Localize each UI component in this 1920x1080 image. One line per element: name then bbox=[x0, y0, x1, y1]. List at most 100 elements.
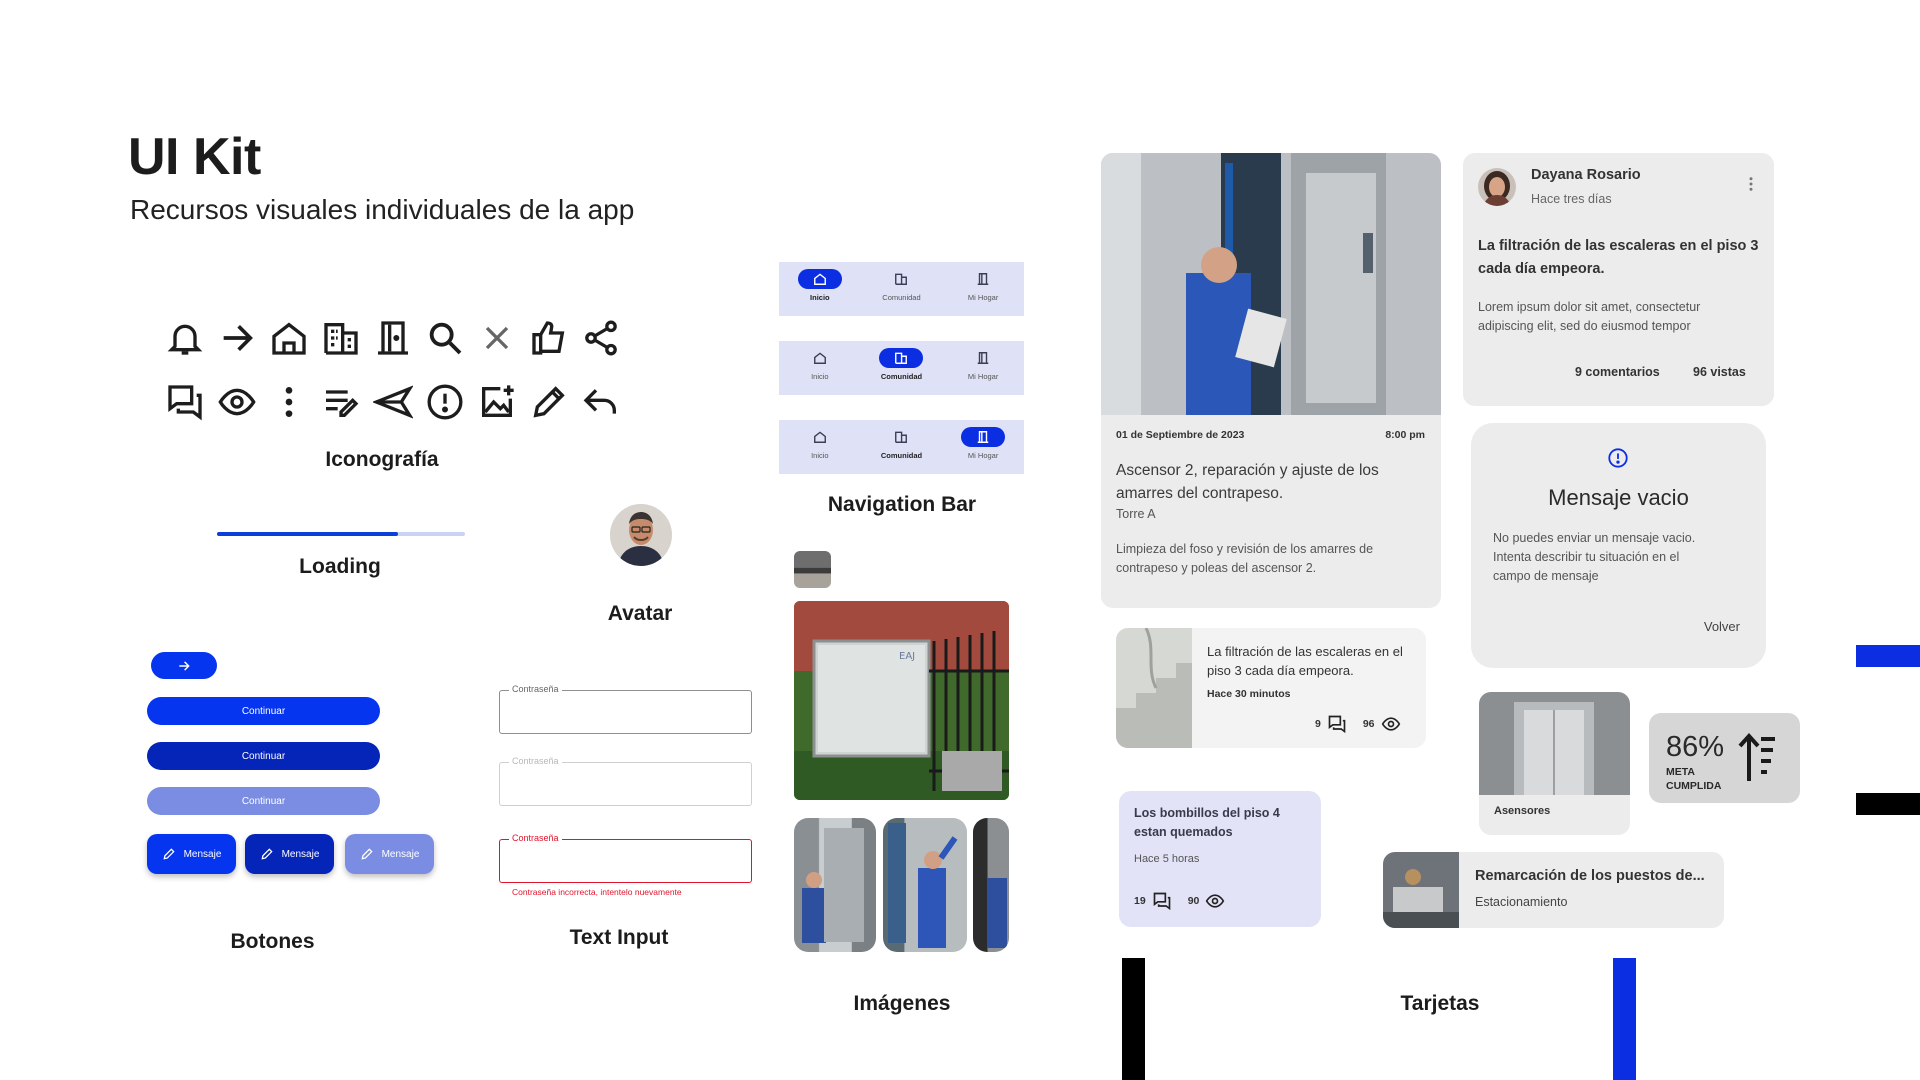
loading-label: Loading bbox=[299, 555, 381, 578]
compact-post-card[interactable]: La filtración de las escaleras en el pis… bbox=[1116, 628, 1426, 748]
continue-button-pressed[interactable]: Continuar bbox=[147, 742, 380, 770]
nav-label: Inicio bbox=[810, 293, 830, 302]
loading-bar-fill bbox=[217, 532, 399, 536]
apartment-icon bbox=[879, 348, 924, 368]
navigation-bar-label: Navigation Bar bbox=[827, 493, 977, 516]
home-icon bbox=[269, 318, 309, 358]
nav-item-comunidad[interactable]: Comunidad bbox=[866, 348, 936, 381]
pencil-icon bbox=[529, 382, 569, 422]
post-title: La filtración de las escaleras en el pis… bbox=[1478, 238, 1759, 277]
post-time: Hace tres días bbox=[1531, 192, 1612, 206]
loading-bar bbox=[217, 532, 465, 536]
buttons-label: Botones bbox=[230, 930, 315, 953]
apartment-icon bbox=[321, 318, 361, 358]
nav-item-inicio[interactable]: Inicio bbox=[785, 269, 855, 302]
nav-item-mi-hogar[interactable]: Mi Hogar bbox=[948, 269, 1018, 302]
password-field-default[interactable] bbox=[499, 690, 752, 734]
continue-button-primary[interactable]: Continuar bbox=[147, 697, 380, 725]
feature-card-time: 8:00 pm bbox=[1385, 429, 1425, 441]
goal-percent: 86% bbox=[1666, 731, 1725, 763]
reply-icon bbox=[581, 382, 621, 422]
apartment-icon bbox=[879, 427, 923, 447]
compact-post-time: Hace 30 minutos bbox=[1207, 688, 1291, 700]
pencil-icon bbox=[260, 847, 274, 861]
password-field-disabled[interactable] bbox=[499, 762, 752, 806]
empty-message-dialog: Mensaje vacio No puedes enviar un mensaj… bbox=[1471, 423, 1766, 668]
door-icon bbox=[961, 269, 1005, 289]
arrow-right-icon bbox=[177, 659, 191, 673]
post-card[interactable]: Dayana Rosario Hace tres días La filtrac… bbox=[1463, 153, 1774, 406]
nav-label: Mi Hogar bbox=[967, 372, 999, 381]
door-icon bbox=[373, 318, 413, 358]
post-views-count: 96 vistas bbox=[1693, 365, 1746, 379]
post-author: Dayana Rosario bbox=[1531, 167, 1641, 183]
elevator-technician-image-3 bbox=[973, 818, 1009, 952]
goal-label-line1: META bbox=[1666, 766, 1695, 778]
nav-item-comunidad[interactable]: Comunidad bbox=[866, 269, 936, 302]
nav-item-comunidad[interactable]: Comunidad bbox=[866, 427, 936, 460]
pencil-icon bbox=[360, 847, 374, 861]
navbar-inicio-active: Inicio Comunidad Mi Hogar bbox=[779, 262, 1024, 316]
eye-icon bbox=[1205, 891, 1225, 911]
message-button-primary[interactable]: Mensaje bbox=[147, 834, 236, 874]
text-input-label: Text Input bbox=[569, 926, 669, 949]
bulbs-post-title: Los bombillos del piso 4 estan quemados bbox=[1134, 806, 1280, 839]
nav-item-mi-hogar[interactable]: Mi Hogar bbox=[948, 427, 1018, 460]
bulbs-post-card[interactable]: Los bombillos del piso 4 estan quemados … bbox=[1119, 791, 1321, 927]
page-subtitle: Recursos visuales individuales de la app bbox=[130, 194, 635, 225]
parking-card-subtitle: Estacionamiento bbox=[1475, 895, 1568, 909]
nav-item-inicio[interactable]: Inicio bbox=[785, 427, 855, 460]
elevator-image bbox=[1479, 692, 1630, 795]
message-button-pressed[interactable]: Mensaje bbox=[245, 834, 334, 874]
elevator-technician-image-1 bbox=[794, 818, 876, 952]
compact-views-count: 96 bbox=[1362, 718, 1375, 730]
add-photo-icon bbox=[477, 382, 517, 422]
password-field-error[interactable] bbox=[499, 839, 752, 883]
avatar-label: Avatar bbox=[607, 602, 673, 625]
nav-item-mi-hogar[interactable]: Mi Hogar bbox=[948, 348, 1018, 381]
nav-label: Inicio bbox=[811, 372, 829, 381]
navbar-mi-hogar-active: Inicio Comunidad Mi Hogar bbox=[779, 420, 1024, 474]
images-label: Imágenes bbox=[853, 992, 951, 1015]
thumbnail-image bbox=[794, 551, 831, 588]
arrow-button[interactable] bbox=[151, 652, 217, 679]
decor-edge-black bbox=[1856, 793, 1920, 815]
bulbs-post-time: Hace 5 horas bbox=[1134, 853, 1200, 865]
more-vertical-icon bbox=[269, 382, 309, 422]
nav-label: Comunidad bbox=[880, 451, 923, 460]
feature-card[interactable]: 01 de Septiembre de 2023 8:00 pm Ascenso… bbox=[1101, 153, 1441, 608]
nav-label: Mi Hogar bbox=[967, 451, 999, 460]
pencil-icon bbox=[162, 847, 176, 861]
decor-bar-black-left bbox=[1122, 958, 1145, 1080]
forum-icon bbox=[165, 382, 205, 422]
iconography-label: Iconografía bbox=[325, 448, 439, 471]
continue-button-disabled[interactable]: Continuar bbox=[147, 787, 380, 815]
password-field-label: Contraseña bbox=[509, 833, 562, 843]
goal-card: 86% META CUMPLIDA bbox=[1649, 713, 1800, 803]
parking-card[interactable]: Remarcación de los puestos de... Estacio… bbox=[1383, 852, 1724, 928]
nav-item-inicio[interactable]: Inicio bbox=[785, 348, 855, 381]
eye-icon bbox=[1381, 714, 1401, 734]
bulbs-views-count: 90 bbox=[1187, 895, 1200, 907]
author-avatar bbox=[1478, 168, 1516, 206]
dialog-title: Mensaje vacio bbox=[1548, 485, 1689, 510]
dialog-back-button[interactable]: Volver bbox=[1704, 619, 1740, 634]
forum-icon bbox=[1327, 714, 1347, 734]
more-vertical-icon[interactable] bbox=[1742, 175, 1760, 193]
home-icon bbox=[797, 269, 842, 289]
nav-label: Inicio bbox=[811, 451, 829, 460]
feature-card-title: Ascensor 2, reparación y ajuste de los a… bbox=[1116, 462, 1379, 502]
thumb-up-icon bbox=[529, 318, 569, 358]
compact-post-title: La filtración de las escaleras en el pis… bbox=[1207, 644, 1403, 678]
eye-icon bbox=[217, 382, 257, 422]
apartment-icon bbox=[879, 269, 923, 289]
cards-label: Tarjetas bbox=[1400, 992, 1480, 1015]
message-button-disabled[interactable]: Mensaje bbox=[345, 834, 434, 874]
nav-label: Comunidad bbox=[880, 372, 923, 381]
share-icon bbox=[581, 318, 621, 358]
page-title: UI Kit bbox=[128, 128, 261, 186]
elevator-repair-image bbox=[1101, 153, 1441, 415]
dialog-body: No puedes enviar un mensaje vacio. Inten… bbox=[1493, 531, 1696, 583]
elevators-card[interactable]: Asensores bbox=[1479, 692, 1630, 835]
message-button-label: Mensaje bbox=[183, 848, 222, 860]
